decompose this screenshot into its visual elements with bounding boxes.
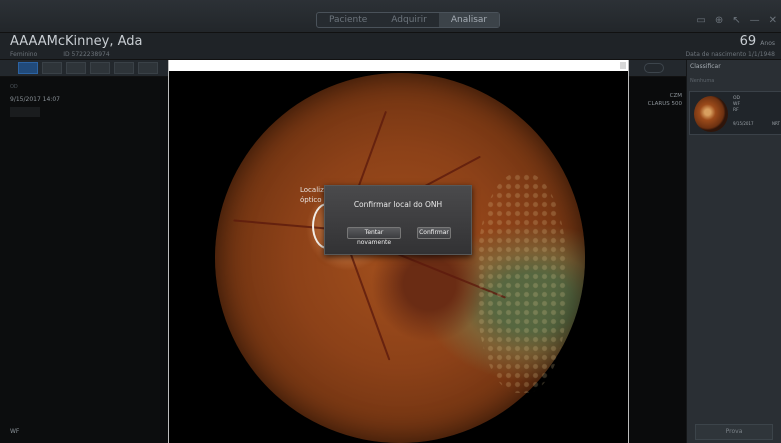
card-type: RF xyxy=(733,108,739,113)
card-date: 9/15/2017 xyxy=(733,121,754,126)
toggle-icon[interactable] xyxy=(644,63,664,73)
pointer-icon[interactable]: ↖ xyxy=(732,15,740,26)
fundus-image xyxy=(215,73,585,443)
tool-button-5[interactable] xyxy=(114,62,134,74)
eye-label: OD xyxy=(10,84,18,90)
confirm-button[interactable]: Confirmar xyxy=(417,227,451,239)
retry-button[interactable]: Tentar novamente xyxy=(347,227,401,246)
vessel xyxy=(344,237,391,361)
tab-acquire[interactable]: Adquirir xyxy=(379,13,439,27)
tool-button-1[interactable] xyxy=(18,62,38,74)
image-info-pane: OD 9/15/2017 14:07 WF xyxy=(0,77,168,443)
tool-button-4[interactable] xyxy=(90,62,110,74)
patient-id: ID 5722238974 xyxy=(63,51,110,58)
patient-sex: Feminino xyxy=(10,51,38,58)
exam-datetime: 9/15/2017 14:07 xyxy=(10,96,60,103)
retinal-spots xyxy=(477,173,567,393)
tool-button-2[interactable] xyxy=(42,62,62,74)
tool-button-3[interactable] xyxy=(66,62,86,74)
dob-label: Data de nascimento xyxy=(685,51,747,58)
device-info: CZM CLARUS 500 xyxy=(648,92,682,108)
card-tag: NRT xyxy=(772,121,780,126)
age-value: 69 xyxy=(739,34,757,49)
date-of-birth: Data de nascimento 1/1/1948 xyxy=(686,51,775,58)
patient-name: AAAAMcKinney, Ada xyxy=(10,34,143,49)
close-icon[interactable]: ✕ xyxy=(769,15,777,26)
tab-analyze[interactable]: Analisar xyxy=(438,13,500,27)
workflow-segmented-control: Paciente Adquirir Analisar xyxy=(316,12,501,28)
proof-button[interactable]: Prova xyxy=(695,424,773,440)
age-unit: Anos xyxy=(760,40,775,47)
tool-button-6[interactable] xyxy=(138,62,158,74)
classify-header: Classificar xyxy=(690,63,721,70)
dob-value: 1/1/1948 xyxy=(748,51,775,58)
target-icon[interactable]: ⊕ xyxy=(715,15,723,26)
card-meta: OD WF RF xyxy=(733,96,740,114)
minimize-icon[interactable]: — xyxy=(750,15,760,26)
device-brand: CZM xyxy=(669,93,682,99)
app-window: Paciente Adquirir Analisar ▭ ⊕ ↖ — ✕ AAA… xyxy=(0,0,781,443)
image-card[interactable]: OD WF RF 9/15/2017 NRT xyxy=(689,91,781,135)
classify-subheader: Nenhuma xyxy=(690,78,715,84)
resize-handle[interactable] xyxy=(620,62,626,69)
card-thumbnail xyxy=(694,96,728,132)
title-bar: Paciente Adquirir Analisar ▭ ⊕ ↖ — ✕ xyxy=(0,0,781,33)
device-info-strip: CZM CLARUS 500 xyxy=(629,77,686,443)
patient-age: 69 Anos xyxy=(740,34,775,49)
patient-bar: AAAAMcKinney, Ada Feminino ID 5722238974… xyxy=(0,33,781,60)
tab-patient[interactable]: Paciente xyxy=(317,13,379,27)
viewer-header-strip xyxy=(169,60,628,71)
classification-pane: Classificar Nenhuma OD WF RF 9/15/2017 N… xyxy=(686,60,781,443)
image-thumbnail[interactable] xyxy=(10,107,40,117)
patient-details: Feminino ID 5722238974 xyxy=(10,51,134,58)
scan-mode: WF xyxy=(10,428,20,435)
grid-icon[interactable]: ▭ xyxy=(696,15,705,26)
device-model: CLARUS 500 xyxy=(647,101,682,107)
confirm-onh-dialog: Confirmar local do ONH Tentar novamente … xyxy=(324,185,472,255)
window-controls: ▭ ⊕ ↖ — ✕ xyxy=(696,12,777,28)
dialog-title: Confirmar local do ONH xyxy=(353,200,443,209)
